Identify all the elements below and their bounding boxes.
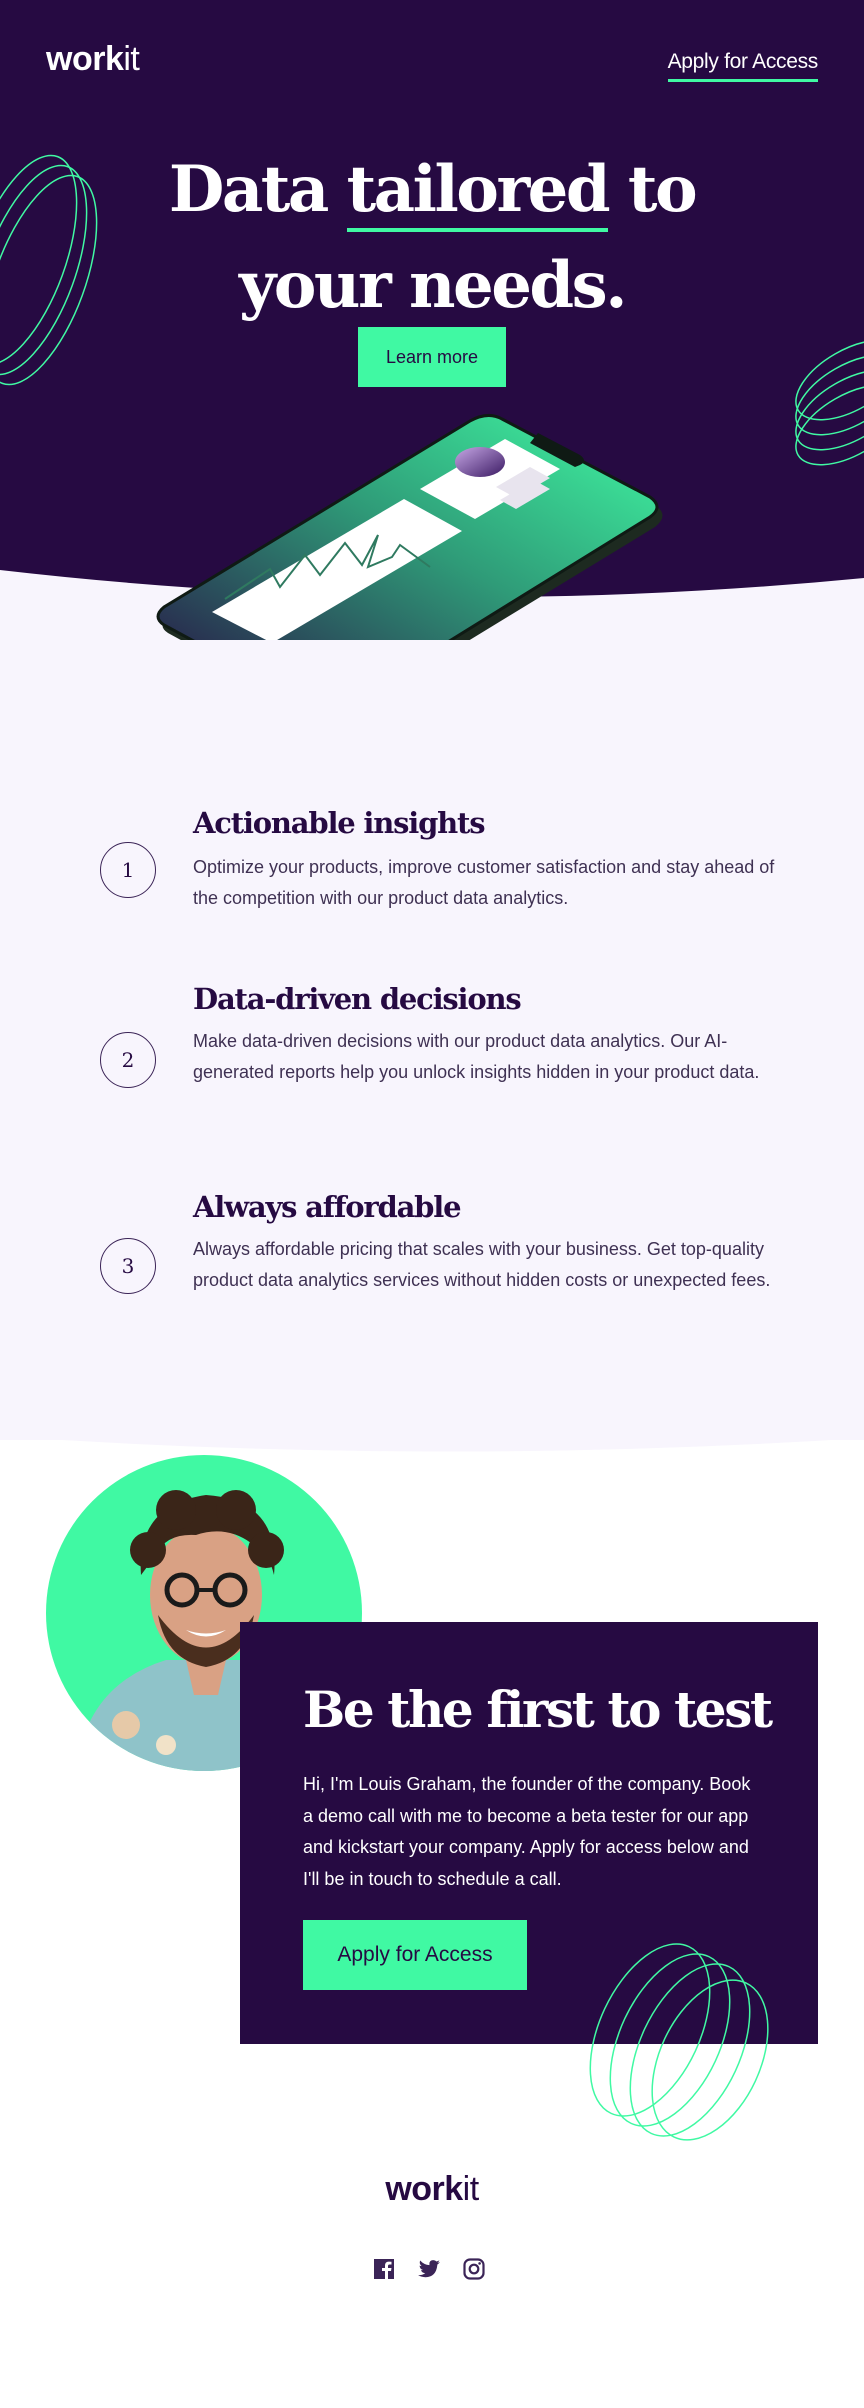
social-links xyxy=(372,2257,486,2281)
cta-description: Hi, I'm Louis Graham, the founder of the… xyxy=(303,1774,751,1889)
apply-for-access-button[interactable]: Apply for Access xyxy=(303,1920,527,1990)
feature-title: Actionable insights xyxy=(193,806,486,840)
hero-title-underlined: tailored xyxy=(346,152,611,232)
instagram-icon[interactable] xyxy=(462,2257,486,2281)
hero-title-part1: Data xyxy=(168,152,347,227)
feature-title: Always affordable xyxy=(193,1190,462,1224)
features-section: 1 Actionable insights Optimize your prod… xyxy=(0,640,864,1440)
features-curve-divider xyxy=(0,1420,864,1452)
decorative-rings-pattern xyxy=(589,1943,769,2141)
feature-number-badge: 1 xyxy=(100,842,156,898)
nav-apply-link[interactable]: Apply for Access xyxy=(667,50,818,82)
feature-title: Data-driven decisions xyxy=(193,982,522,1016)
cta-title: Be the first to test xyxy=(303,1680,773,1739)
twitter-icon[interactable] xyxy=(417,2257,441,2281)
learn-more-button[interactable]: Learn more xyxy=(358,327,506,387)
feature-number-badge: 2 xyxy=(100,1032,156,1088)
facebook-icon[interactable] xyxy=(372,2257,396,2281)
hero-title-part2: to xyxy=(608,152,698,227)
logo-light-text: it xyxy=(123,40,140,78)
hero-title: Data tailored to your needs. xyxy=(0,142,864,334)
feature-description: Always affordable pricing that scales wi… xyxy=(193,1239,771,1290)
feature-number-badge: 3 xyxy=(100,1238,156,1294)
footer-logo-light-text: it xyxy=(462,2170,480,2208)
logo-bold-text: work xyxy=(46,40,124,78)
footer-logo-bold-text: work xyxy=(385,2170,463,2208)
feature-description: Optimize your products, improve customer… xyxy=(193,857,775,908)
footer-logo[interactable]: workit xyxy=(0,2170,864,2209)
feature-description: Make data-driven decisions with our prod… xyxy=(193,1031,760,1082)
hero-title-line2: your needs. xyxy=(239,248,627,323)
logo[interactable]: workit xyxy=(46,40,140,79)
